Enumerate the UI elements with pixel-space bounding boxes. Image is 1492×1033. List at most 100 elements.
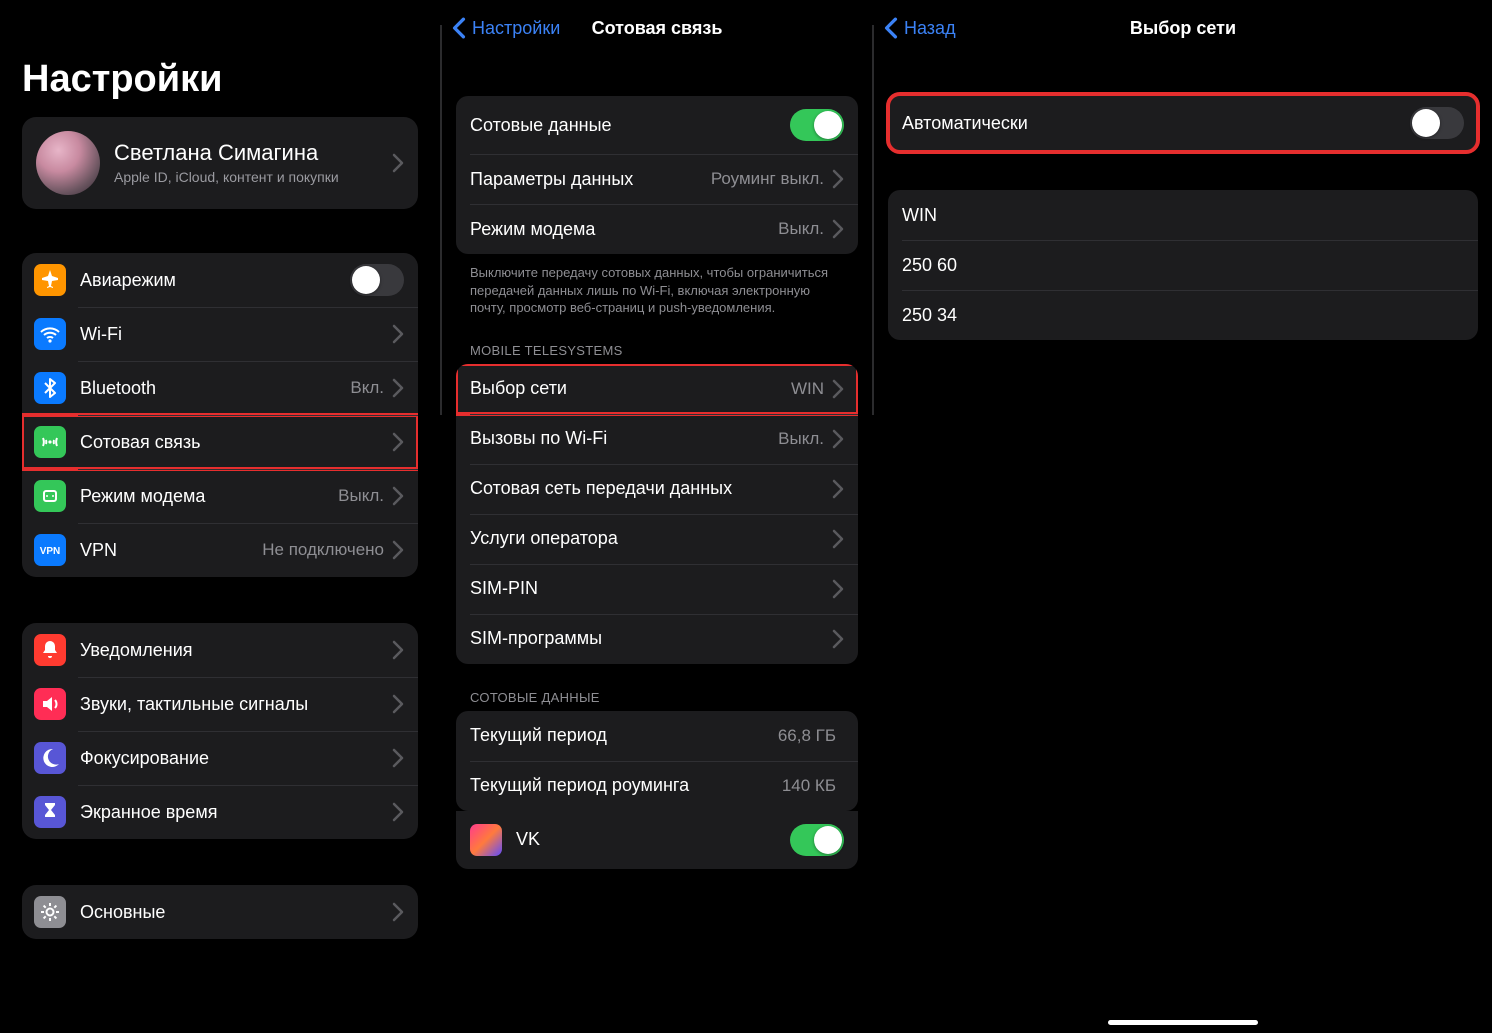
cell-Выбор сети[interactable]: Выбор сетиWIN — [456, 364, 858, 414]
chevron-right-icon — [832, 379, 844, 399]
row-label: Режим модема — [80, 486, 338, 507]
app-vk-row[interactable]: VK — [456, 811, 858, 869]
cell-toggle[interactable] — [790, 109, 844, 141]
row-toggle[interactable] — [350, 264, 404, 296]
cell-label: Вызовы по Wi-Fi — [470, 428, 778, 449]
cell-value: Роуминг выкл. — [711, 169, 824, 189]
row-gear[interactable]: Основные — [22, 885, 418, 939]
bell-icon — [34, 634, 66, 666]
row-vpn[interactable]: VPNНе подключено — [22, 523, 418, 577]
nav-bar: Настройки Сотовая связь — [442, 0, 872, 56]
back-label: Настройки — [472, 18, 560, 39]
chevron-right-icon — [832, 629, 844, 649]
app-label: VK — [516, 829, 790, 850]
cell-label: Текущий период роуминга — [470, 775, 782, 796]
connectivity-group: Авиарежим Wi-Fi BluetoothВкл. Сотовая связь… — [22, 253, 418, 577]
row-airplane[interactable]: Авиарежим — [22, 253, 418, 307]
automatic-toggle[interactable] — [1410, 107, 1464, 139]
cell-Услуги оператора[interactable]: Услуги оператора — [456, 514, 858, 564]
chevron-right-icon — [392, 640, 404, 660]
nav-bar: Назад Выбор сети — [874, 0, 1492, 56]
row-label: Wi-Fi — [80, 324, 392, 345]
general-group: Основные — [22, 885, 418, 939]
cell-label: 250 34 — [902, 305, 1464, 326]
chevron-right-icon — [392, 432, 404, 452]
carrier-section-header: MOBILE TELESYSTEMS — [442, 317, 872, 364]
network-selection-pane: Назад Выбор сети Автоматически WIN 250 60… — [874, 0, 1492, 1033]
gear-icon — [34, 896, 66, 928]
page-title: Настройки — [0, 0, 440, 117]
cellular-data-group: Сотовые данные Параметры данныхРоуминг вы… — [456, 96, 858, 254]
settings-root-pane: Настройки Светлана Симагина Apple ID, iC… — [0, 0, 440, 1033]
cell-Сотовые данные[interactable]: Сотовые данные — [456, 96, 858, 154]
cell-Текущий период[interactable]: Текущий период66,8 ГБ — [456, 711, 858, 761]
cell-label: 250 60 — [902, 255, 1464, 276]
cell-250 34[interactable]: 250 34 — [888, 290, 1478, 340]
apple-id-card[interactable]: Светлана Симагина Apple ID, iCloud, конт… — [22, 117, 418, 209]
carrier-group: Выбор сетиWINВызовы по Wi-FiВыкл.Сотовая… — [456, 364, 858, 664]
chevron-right-icon — [392, 153, 404, 173]
cell-label: SIM-PIN — [470, 578, 832, 599]
cell-Текущий период роуминга[interactable]: Текущий период роуминга140 КБ — [456, 761, 858, 811]
chevron-back-icon — [452, 17, 466, 39]
cell-Параметры данных[interactable]: Параметры данныхРоуминг выкл. — [456, 154, 858, 204]
row-hourglass[interactable]: Экранное время — [22, 785, 418, 839]
data-usage-section-header: СОТОВЫЕ ДАННЫЕ — [442, 664, 872, 711]
hourglass-icon — [34, 796, 66, 828]
chevron-right-icon — [392, 902, 404, 922]
row-bluetooth[interactable]: BluetoothВкл. — [22, 361, 418, 415]
row-cellular[interactable]: Сотовая связь — [22, 415, 418, 469]
chevron-right-icon — [832, 579, 844, 599]
row-label: Звуки, тактильные сигналы — [80, 694, 392, 715]
row-label: Уведомления — [80, 640, 392, 661]
cell-label: SIM-программы — [470, 628, 832, 649]
cell-label: Параметры данных — [470, 169, 711, 190]
moon-icon — [34, 742, 66, 774]
chevron-right-icon — [832, 429, 844, 449]
network-list-group: WIN 250 60 250 34 — [888, 190, 1478, 340]
automatic-label: Автоматически — [902, 113, 1410, 134]
cell-value: Выкл. — [778, 219, 824, 239]
cell-label: Сотовые данные — [470, 115, 790, 136]
cell-Сотовая сеть передачи данных[interactable]: Сотовая сеть передачи данных — [456, 464, 858, 514]
row-bell[interactable]: Уведомления — [22, 623, 418, 677]
row-value: Не подключено — [262, 540, 384, 560]
cell-Вызовы по Wi-Fi[interactable]: Вызовы по Wi-FiВыкл. — [456, 414, 858, 464]
row-hotspot[interactable]: Режим модемаВыкл. — [22, 469, 418, 523]
data-usage-group: Текущий период66,8 ГБТекущий период роум… — [456, 711, 858, 811]
cell-value: 140 КБ — [782, 776, 836, 796]
sound-icon — [34, 688, 66, 720]
cell-SIM-программы[interactable]: SIM-программы — [456, 614, 858, 664]
cell-value: 66,8 ГБ — [778, 726, 836, 746]
chevron-right-icon — [832, 479, 844, 499]
chevron-right-icon — [832, 169, 844, 189]
notifications-group: Уведомления Звуки, тактильные сигналы Фоку… — [22, 623, 418, 839]
row-wifi[interactable]: Wi-Fi — [22, 307, 418, 361]
cell-value: Выкл. — [778, 429, 824, 449]
chevron-right-icon — [392, 486, 404, 506]
nav-title: Сотовая связь — [592, 18, 723, 39]
back-button[interactable]: Назад — [884, 17, 956, 39]
avatar — [36, 131, 100, 195]
automatic-row[interactable]: Автоматически — [888, 94, 1478, 152]
row-value: Выкл. — [338, 486, 384, 506]
automatic-group: Автоматически — [888, 94, 1478, 152]
cell-250 60[interactable]: 250 60 — [888, 240, 1478, 290]
cell-SIM-PIN[interactable]: SIM-PIN — [456, 564, 858, 614]
chevron-right-icon — [392, 748, 404, 768]
row-sound[interactable]: Звуки, тактильные сигналы — [22, 677, 418, 731]
row-label: Bluetooth — [80, 378, 350, 399]
cell-WIN[interactable]: WIN — [888, 190, 1478, 240]
row-label: Сотовая связь — [80, 432, 392, 453]
back-button[interactable]: Настройки — [452, 17, 560, 39]
row-moon[interactable]: Фокусирование — [22, 731, 418, 785]
profile-subtitle: Apple ID, iCloud, контент и покупки — [114, 168, 392, 186]
cell-Режим модема[interactable]: Режим модемаВыкл. — [456, 204, 858, 254]
row-label: Основные — [80, 902, 392, 923]
profile-name: Светлана Симагина — [114, 140, 392, 166]
cell-label: Услуги оператора — [470, 528, 832, 549]
app-toggle[interactable] — [790, 824, 844, 856]
cellular-icon — [34, 426, 66, 458]
cellular-data-note: Выключите передачу сотовых данных, чтобы… — [442, 254, 872, 317]
chevron-right-icon — [832, 529, 844, 549]
